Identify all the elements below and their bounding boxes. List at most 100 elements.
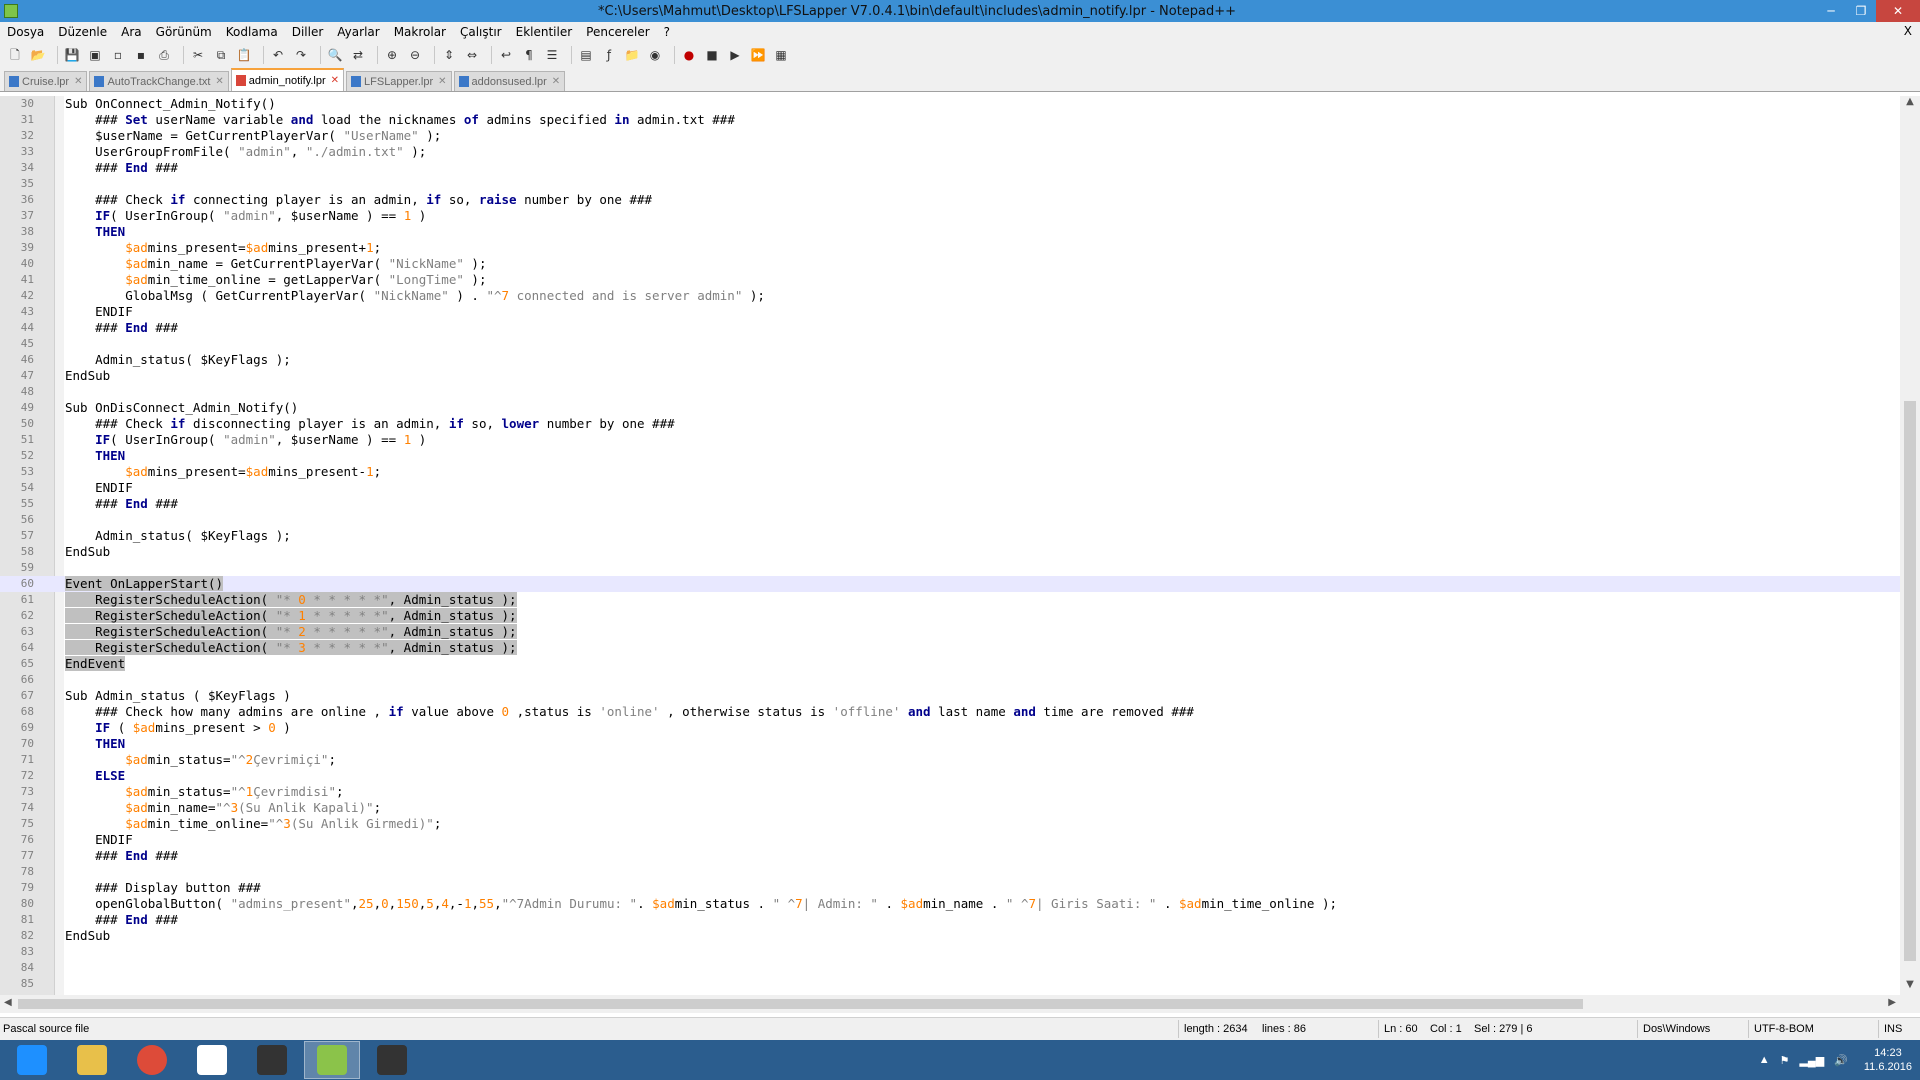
code-line[interactable]: 51 IF( UserInGroup( "admin", $userName )… <box>0 432 1900 448</box>
menu-item[interactable]: Pencereler <box>579 25 656 39</box>
notepadpp-app-icon[interactable] <box>4 4 18 18</box>
redo-icon[interactable]: ↷ <box>292 46 310 64</box>
scroll-down-arrow-icon[interactable]: ▼ <box>1900 979 1920 995</box>
close-window-button[interactable]: ✕ <box>1876 0 1920 22</box>
print-icon[interactable]: ⎙ <box>155 46 173 64</box>
code-line[interactable]: 42 GlobalMsg ( GetCurrentPlayerVar( "Nic… <box>0 288 1900 304</box>
menu-item[interactable]: Ayarlar <box>330 25 386 39</box>
code-line[interactable]: 67 Sub Admin_status ( $KeyFlags ) <box>0 688 1900 704</box>
find-icon[interactable]: 🔍 <box>326 46 344 64</box>
code-line[interactable]: 35 <box>0 176 1900 192</box>
tab-autotrackchange-txt[interactable]: AutoTrackChange.txt ✕ <box>89 71 229 91</box>
code-line[interactable]: 70 THEN <box>0 736 1900 752</box>
code-line[interactable]: 83 <box>0 944 1900 960</box>
tab-close-icon[interactable]: ✕ <box>331 75 339 86</box>
undo-icon[interactable]: ↶ <box>269 46 287 64</box>
code-line[interactable]: 47 EndSub <box>0 368 1900 384</box>
code-line[interactable]: 82 EndSub <box>0 928 1900 944</box>
sync-h-icon[interactable]: ⇔ <box>463 46 481 64</box>
new-file-icon[interactable]: 🗋 <box>6 46 24 64</box>
horizontal-scrollbar[interactable]: ◀ ▶ <box>0 995 1900 1013</box>
code-line[interactable]: 46 Admin_status( $KeyFlags ); <box>0 352 1900 368</box>
scroll-up-arrow-icon[interactable]: ▲ <box>1900 96 1920 112</box>
menu-item[interactable]: Eklentiler <box>509 25 580 39</box>
code-line[interactable]: 40 $admin_name = GetCurrentPlayerVar( "N… <box>0 256 1900 272</box>
tab-lfslapper-lpr[interactable]: LFSLapper.lpr ✕ <box>346 71 452 91</box>
code-line[interactable]: 68 ### Check how many admins are online … <box>0 704 1900 720</box>
taskbar-app[interactable] <box>304 1041 360 1079</box>
stop-macro-icon[interactable]: ■ <box>703 46 721 64</box>
zoom-out-icon[interactable]: ⊖ <box>406 46 424 64</box>
scroll-right-arrow-icon[interactable]: ▶ <box>1888 997 1896 1008</box>
minimize-button[interactable]: ─ <box>1816 4 1846 18</box>
code-line[interactable]: 72 ELSE <box>0 768 1900 784</box>
code-line[interactable]: 85 <box>0 976 1900 992</box>
function-list-icon[interactable]: ƒ <box>600 46 618 64</box>
save-icon[interactable]: 💾 <box>63 46 81 64</box>
code-line[interactable]: 56 <box>0 512 1900 528</box>
code-line[interactable]: 80 openGlobalButton( "admins_present",25… <box>0 896 1900 912</box>
code-line[interactable]: 78 <box>0 864 1900 880</box>
vertical-scroll-thumb[interactable] <box>1904 401 1916 961</box>
folder-icon[interactable]: 📁 <box>623 46 641 64</box>
code-line[interactable]: 50 ### Check if disconnecting player is … <box>0 416 1900 432</box>
menu-item[interactable]: Çalıştır <box>453 25 509 39</box>
tab-close-icon[interactable]: ✕ <box>552 76 560 87</box>
menu-item[interactable]: Ara <box>114 25 149 39</box>
code-line[interactable]: 38 THEN <box>0 224 1900 240</box>
sync-v-icon[interactable]: ⇕ <box>440 46 458 64</box>
code-line[interactable]: 75 $admin_time_online="^3(Su Anlik Girme… <box>0 816 1900 832</box>
restore-button[interactable]: ❐ <box>1846 4 1876 18</box>
vertical-scrollbar[interactable]: ▲ ▼ <box>1900 96 1920 995</box>
menu-item[interactable]: Dosya <box>0 25 51 39</box>
close-icon[interactable]: ▫ <box>109 46 127 64</box>
tab-admin_notify-lpr[interactable]: admin_notify.lpr ✕ <box>230 68 345 91</box>
taskbar-app[interactable] <box>124 1041 180 1079</box>
menu-item[interactable]: Görünüm <box>149 25 219 39</box>
wrap-icon[interactable]: ↩ <box>497 46 515 64</box>
code-editor[interactable]: 30 Sub OnConnect_Admin_Notify() 31 ### Set… <box>0 96 1900 995</box>
code-line[interactable]: 65 EndEvent <box>0 656 1900 672</box>
code-line[interactable]: 54 ENDIF <box>0 480 1900 496</box>
doc-map-icon[interactable]: ▤ <box>577 46 595 64</box>
code-line[interactable]: 59 <box>0 560 1900 576</box>
zoom-in-icon[interactable]: ⊕ <box>383 46 401 64</box>
open-file-icon[interactable]: 📂 <box>29 46 47 64</box>
code-line[interactable]: 32 $userName = GetCurrentPlayerVar( "Use… <box>0 128 1900 144</box>
code-line[interactable]: 74 $admin_name="^3(Su Anlik Kapali)"; <box>0 800 1900 816</box>
code-line[interactable]: 63 RegisterScheduleAction( "* 2 * * * * … <box>0 624 1900 640</box>
code-line[interactable]: 61 RegisterScheduleAction( "* 0 * * * * … <box>0 592 1900 608</box>
code-line[interactable]: 55 ### End ### <box>0 496 1900 512</box>
code-line[interactable]: 44 ### End ### <box>0 320 1900 336</box>
taskbar-app[interactable] <box>64 1041 120 1079</box>
insert-mode-label[interactable]: INS <box>1884 1023 1902 1035</box>
code-line[interactable]: 69 IF ( $admins_present > 0 ) <box>0 720 1900 736</box>
monitor-icon[interactable]: ◉ <box>646 46 664 64</box>
menu-item[interactable]: Makrolar <box>387 25 453 39</box>
code-line[interactable]: 84 <box>0 960 1900 976</box>
indent-guide-icon[interactable]: ☰ <box>543 46 561 64</box>
cut-icon[interactable]: ✂ <box>189 46 207 64</box>
close-all-icon[interactable]: ▪ <box>132 46 150 64</box>
action-center-flag-icon[interactable]: ⚑ <box>1780 1054 1790 1067</box>
clock[interactable]: 14:23 11.6.2016 <box>1864 1046 1912 1074</box>
volume-icon[interactable]: 🔊 <box>1834 1054 1848 1067</box>
code-line[interactable]: 45 <box>0 336 1900 352</box>
taskbar-app[interactable] <box>184 1041 240 1079</box>
play-macro-icon[interactable]: ▶ <box>726 46 744 64</box>
scroll-left-arrow-icon[interactable]: ◀ <box>4 997 12 1008</box>
run-multi-macro-icon[interactable]: ⏩ <box>749 46 767 64</box>
save-all-icon[interactable]: ▣ <box>86 46 104 64</box>
eol-format-label[interactable]: Dos\Windows <box>1643 1023 1710 1035</box>
menu-item[interactable]: Düzenle <box>51 25 114 39</box>
encoding-label[interactable]: UTF-8-BOM <box>1754 1023 1814 1035</box>
code-line[interactable]: 76 ENDIF <box>0 832 1900 848</box>
taskbar-app[interactable] <box>244 1041 300 1079</box>
copy-icon[interactable]: ⧉ <box>212 46 230 64</box>
menu-item[interactable]: Kodlama <box>219 25 285 39</box>
code-line[interactable]: 36 ### Check if connecting player is an … <box>0 192 1900 208</box>
code-line[interactable]: 66 <box>0 672 1900 688</box>
all-chars-icon[interactable]: ¶ <box>520 46 538 64</box>
code-line[interactable]: 62 RegisterScheduleAction( "* 1 * * * * … <box>0 608 1900 624</box>
code-line[interactable]: 52 THEN <box>0 448 1900 464</box>
